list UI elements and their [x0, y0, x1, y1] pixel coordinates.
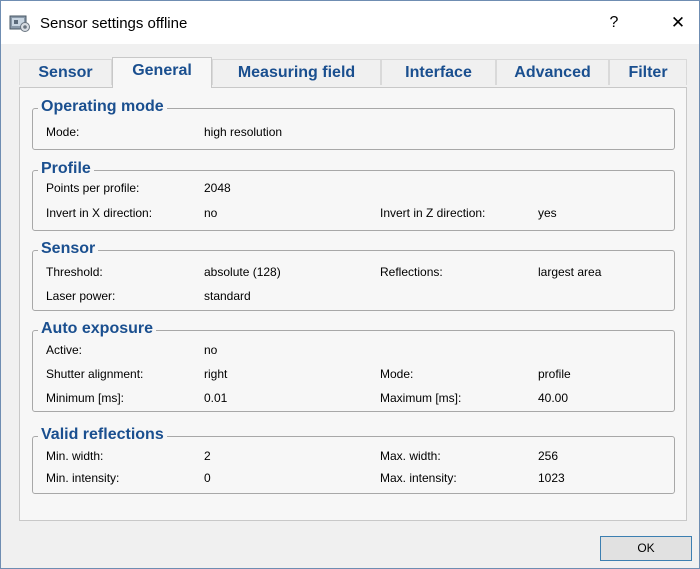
max-intensity-value: 1023: [538, 471, 565, 485]
min-intensity-value: 0: [204, 471, 211, 485]
min-width-label: Min. width:: [46, 449, 104, 463]
group-auto-exposure: Auto exposure Active: no Shutter alignme…: [32, 320, 675, 412]
group-profile: Profile Points per profile: 2048 Invert …: [32, 160, 675, 231]
threshold-value: absolute (128): [204, 265, 281, 279]
shutter-alignment-value: right: [204, 367, 228, 381]
minimum-ms-label: Minimum [ms]:: [46, 391, 124, 405]
min-width-value: 2: [204, 449, 211, 463]
shutter-alignment-label: Shutter alignment:: [46, 367, 144, 381]
tab-interface[interactable]: Interface: [381, 59, 496, 85]
mode-value: high resolution: [204, 125, 283, 139]
exposure-mode-label: Mode:: [380, 367, 414, 381]
maximum-ms-value: 40.00: [538, 391, 569, 405]
title-bar: Sensor settings offline ? ✕: [1, 1, 699, 44]
max-intensity-label: Max. intensity:: [380, 471, 457, 485]
group-title: Operating mode: [38, 98, 167, 116]
active-value: no: [204, 343, 218, 357]
max-width-label: Max. width:: [380, 449, 441, 463]
reflections-label: Reflections:: [380, 265, 443, 279]
sensor-app-icon: [9, 13, 31, 33]
active-label: Active:: [46, 343, 83, 357]
points-per-profile-value: 2048: [204, 181, 231, 195]
mode-label: Mode:: [46, 125, 80, 139]
group-valid-reflections: Valid reflections Min. width: 2 Max. wid…: [32, 426, 675, 494]
group-operating-mode: Operating mode Mode: high resolution: [32, 98, 675, 150]
group-title: Profile: [38, 160, 94, 178]
tab-measuring-field[interactable]: Measuring field: [212, 59, 381, 85]
max-width-value: 256: [538, 449, 559, 463]
threshold-label: Threshold:: [46, 265, 103, 279]
group-title: Sensor: [38, 240, 99, 258]
group-title: Valid reflections: [38, 426, 167, 444]
invert-x-label: Invert in X direction:: [46, 206, 153, 220]
maximum-ms-label: Maximum [ms]:: [380, 391, 462, 405]
dialog-window: Sensor settings offline ? ✕ Sensor Gener…: [0, 0, 700, 569]
help-button[interactable]: ?: [599, 10, 629, 36]
ok-button[interactable]: OK: [600, 536, 692, 561]
reflections-value: largest area: [538, 265, 602, 279]
group-sensor: Sensor Threshold: absolute (128) Reflect…: [32, 240, 675, 311]
invert-z-value: yes: [538, 206, 557, 220]
general-tab-panel: Operating mode Mode: high resolution Pro…: [19, 87, 687, 521]
invert-x-value: no: [204, 206, 218, 220]
invert-z-label: Invert in Z direction:: [380, 206, 486, 220]
points-per-profile-label: Points per profile:: [46, 181, 140, 195]
laser-power-value: standard: [204, 289, 251, 303]
exposure-mode-value: profile: [538, 367, 571, 381]
tab-sensor[interactable]: Sensor: [19, 59, 112, 85]
close-button[interactable]: ✕: [663, 10, 693, 36]
min-intensity-label: Min. intensity:: [46, 471, 120, 485]
window-title: Sensor settings offline: [40, 15, 188, 32]
tab-advanced[interactable]: Advanced: [496, 59, 609, 85]
group-title: Auto exposure: [38, 320, 157, 338]
tab-bar: Sensor General Measuring field Interface…: [19, 57, 687, 88]
tab-general[interactable]: General: [112, 57, 212, 88]
tab-filter[interactable]: Filter: [609, 59, 687, 85]
minimum-ms-value: 0.01: [204, 391, 228, 405]
laser-power-label: Laser power:: [46, 289, 116, 303]
